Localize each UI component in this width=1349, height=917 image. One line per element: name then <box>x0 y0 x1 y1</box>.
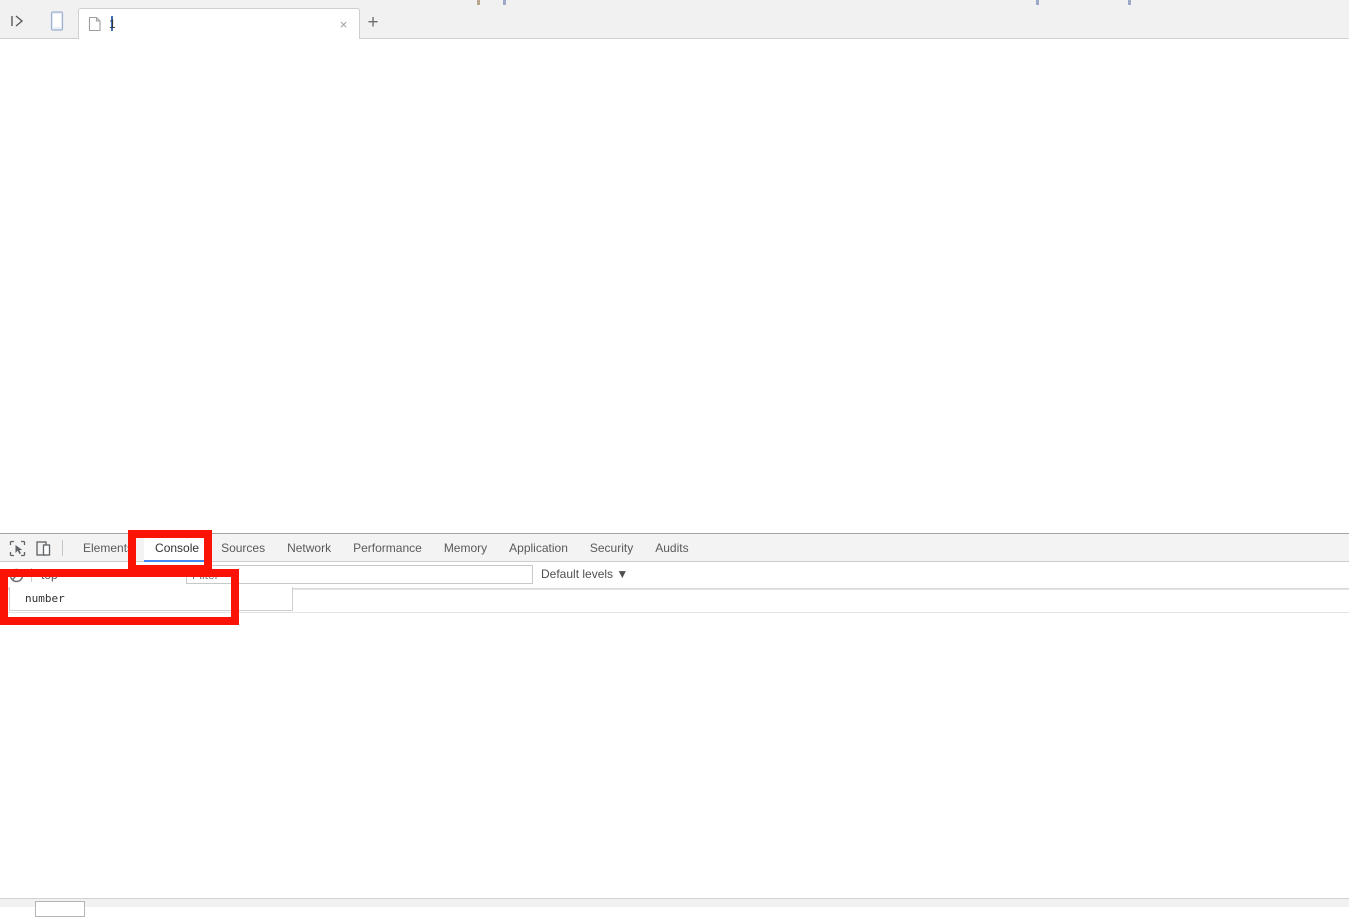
bottom-strip <box>0 899 1349 907</box>
devtools-tab-console[interactable]: Console <box>144 534 211 562</box>
toolbar-divider <box>62 540 63 556</box>
devtools-tab-memory[interactable]: Memory <box>433 534 498 562</box>
device-toolbar-icon[interactable] <box>34 539 53 558</box>
bottom-partial-input[interactable] <box>35 901 85 917</box>
page-document-icon <box>88 16 102 32</box>
devtools-toolbar: Elements Console Sources Network Perform… <box>0 534 1349 562</box>
devtools-tab-audits[interactable]: Audits <box>644 534 699 562</box>
devtools-tab-elements[interactable]: Elements <box>72 534 144 562</box>
bottom-divider <box>0 898 1349 899</box>
mobile-device-icon[interactable] <box>46 10 68 32</box>
top-edge-fragment-3 <box>1036 0 1039 5</box>
new-tab-button[interactable]: + <box>363 12 383 32</box>
filter-bar-divider <box>31 568 32 582</box>
console-filter-bar: top Default levels ▼ <box>0 562 1349 589</box>
clear-console-icon[interactable] <box>9 568 24 583</box>
top-edge-fragment-1 <box>477 0 480 5</box>
browser-tab[interactable]: 1 × <box>78 8 360 39</box>
top-edge-fragment-4 <box>1128 0 1131 5</box>
log-levels-label: Default levels <box>541 567 614 581</box>
autocomplete-suggestion-number[interactable]: number <box>10 587 292 606</box>
console-message-list[interactable] <box>0 589 1349 908</box>
devtools-tab-bar: Elements Console Sources Network Perform… <box>72 534 700 562</box>
close-icon[interactable]: × <box>336 17 351 32</box>
devtools-tab-security[interactable]: Security <box>579 534 644 562</box>
inspect-element-cursor-icon[interactable] <box>8 539 27 558</box>
console-row-separator <box>0 612 1349 613</box>
devtools-tab-network[interactable]: Network <box>276 534 342 562</box>
top-edge-fragment-2 <box>503 0 506 5</box>
console-filter-input[interactable] <box>186 565 533 584</box>
back-forward-icon[interactable] <box>8 12 34 30</box>
devtools-tab-sources[interactable]: Sources <box>210 534 276 562</box>
console-autocomplete-popup[interactable]: number <box>9 587 293 611</box>
browser-tab-strip: 1 × + <box>0 0 1349 39</box>
devtools-tab-performance[interactable]: Performance <box>342 534 433 562</box>
browser-tab-title: 1 <box>109 17 116 31</box>
log-levels-dropdown[interactable]: Default levels ▼ <box>541 566 628 583</box>
chevron-down-icon: ▼ <box>616 567 629 581</box>
page-viewport <box>0 39 1349 533</box>
execution-context-dropdown[interactable]: top <box>41 567 58 584</box>
devtools-tab-application[interactable]: Application <box>498 534 579 562</box>
